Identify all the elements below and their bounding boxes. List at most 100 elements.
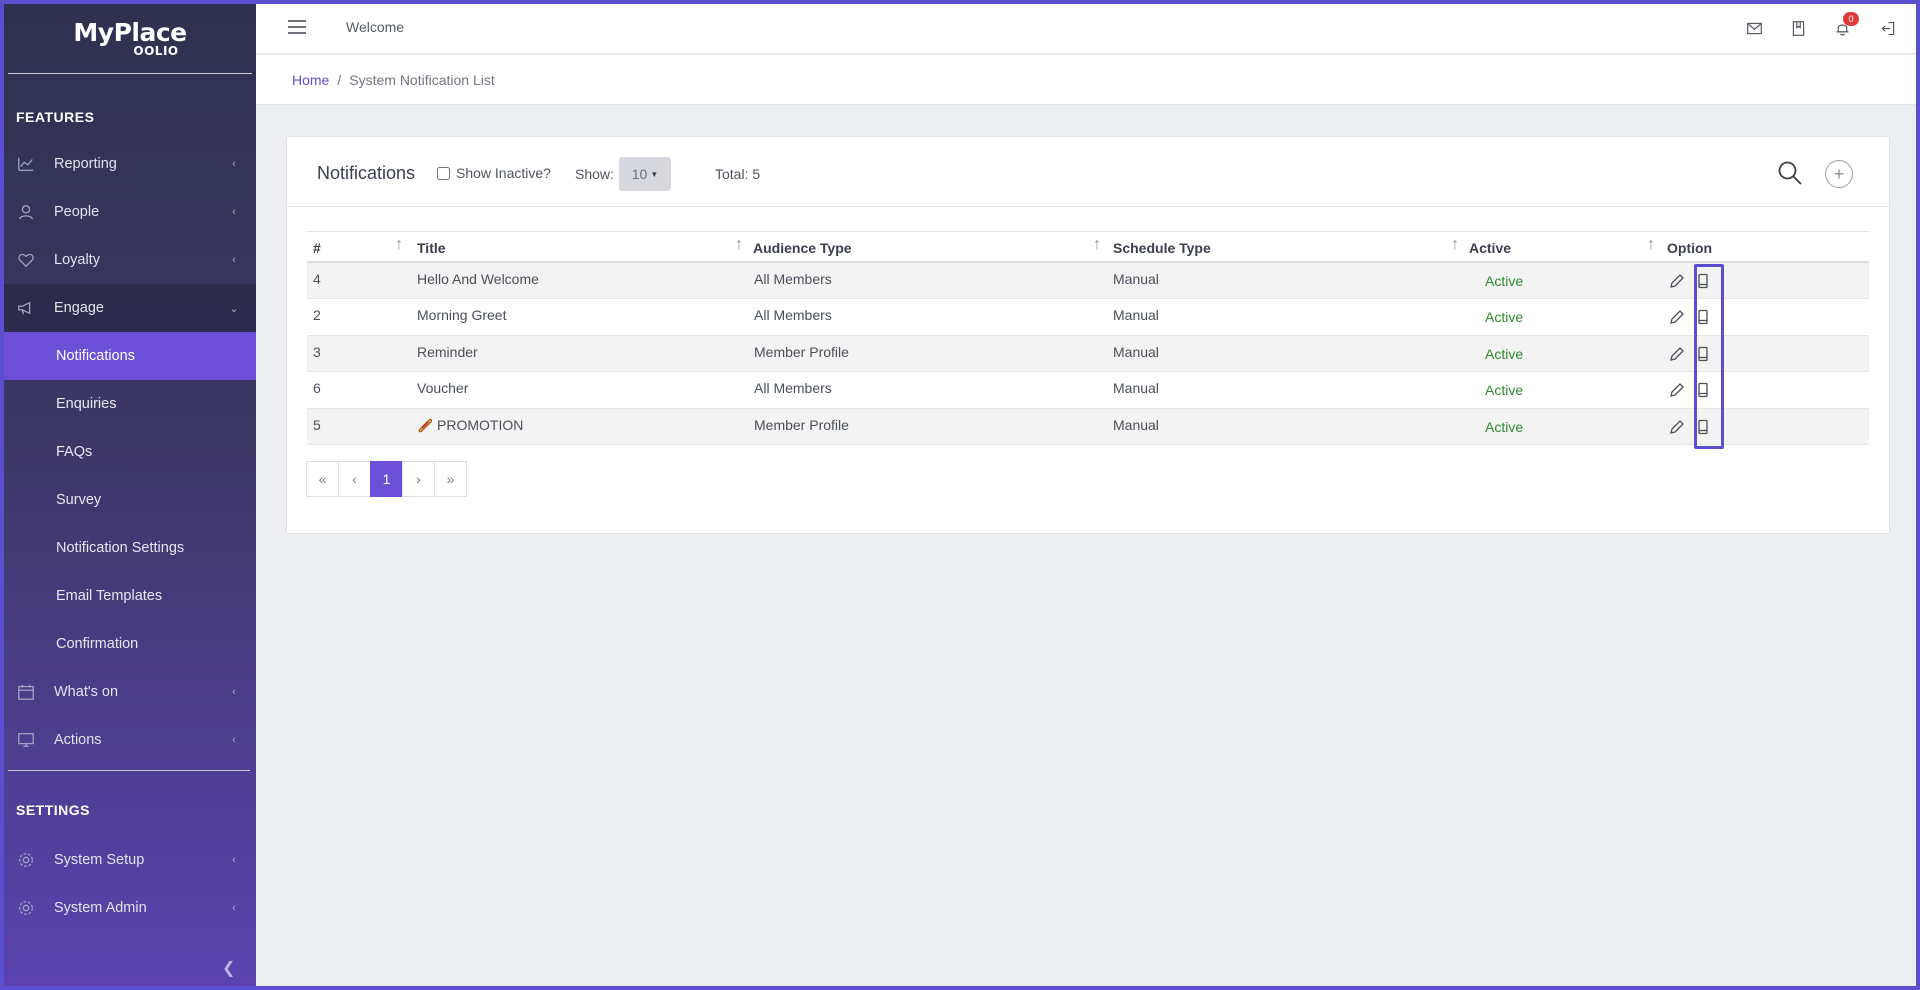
mobile-preview-icon[interactable] xyxy=(1695,273,1711,289)
cell-schedule: Manual xyxy=(1113,380,1159,397)
cell-title: Morning Greet xyxy=(417,307,507,324)
page-size-value: 10 xyxy=(631,166,648,182)
pagination-prev[interactable]: ‹ xyxy=(338,461,371,497)
show-inactive-checkbox[interactable] xyxy=(437,166,450,180)
column-header-audience-type[interactable]: Audience Type xyxy=(753,240,852,256)
sidebar-subitem-survey[interactable]: Survey xyxy=(4,476,256,524)
table-row: 6 Voucher All Members Manual Active xyxy=(307,372,1869,409)
page-size-select[interactable]: 10 ▼ xyxy=(619,157,671,191)
sidebar-item-people[interactable]: People ‹ xyxy=(4,188,256,236)
sidebar-subitem-notification-settings[interactable]: Notification Settings xyxy=(4,524,256,572)
megaphone-icon xyxy=(16,298,36,318)
sidebar-item-system-admin[interactable]: System Admin ‹ xyxy=(4,884,256,932)
search-icon[interactable] xyxy=(1777,160,1803,186)
sidebar-item-loyalty[interactable]: Loyalty ‹ xyxy=(4,236,256,284)
show-inactive-toggle[interactable]: Show Inactive? xyxy=(437,165,551,181)
edit-pencil-icon[interactable] xyxy=(1669,309,1685,325)
sidebar-subitem-confirmation[interactable]: Confirmation xyxy=(4,620,256,668)
sidebar-item-system-setup[interactable]: System Setup ‹ xyxy=(4,836,256,884)
sidebar-item-engage[interactable]: Engage ⌄ xyxy=(4,284,256,332)
column-header-id[interactable]: # xyxy=(313,240,321,256)
person-icon xyxy=(16,202,36,222)
table-row: 4 Hello And Welcome All Members Manual A… xyxy=(307,263,1869,300)
cell-id: 2 xyxy=(313,307,321,324)
brand-logo[interactable]: MyPlace OOLIO xyxy=(8,4,252,74)
settings-section-title: SETTINGS xyxy=(16,802,91,818)
sidebar-item-label: Engage xyxy=(54,300,104,316)
bell-icon[interactable]: 0 xyxy=(1832,12,1859,38)
table-header: # ↑ Title ↑ Audience Type ↑ Schedule Typ… xyxy=(307,231,1869,263)
add-notification-button[interactable]: + xyxy=(1825,160,1853,188)
chart-icon xyxy=(16,154,36,174)
edit-pencil-icon[interactable] xyxy=(1669,382,1685,398)
chevron-left-icon: ‹ xyxy=(232,686,236,698)
cell-active-status: Active xyxy=(1485,309,1524,326)
sidebar-item-label: System Setup xyxy=(54,852,145,868)
sidebar-subitem-email-templates[interactable]: Email Templates xyxy=(4,572,256,620)
sidebar-subitem-notifications[interactable]: Notifications xyxy=(4,332,256,380)
bookmark-icon[interactable] xyxy=(1788,18,1808,38)
cell-title: Hello And Welcome xyxy=(417,271,539,287)
edit-pencil-icon[interactable] xyxy=(1669,273,1685,289)
sidebar-item-reporting[interactable]: Reporting ‹ xyxy=(4,140,256,188)
sort-arrow-icon[interactable]: ↑ xyxy=(1093,236,1101,254)
sidebar-subitem-faqs[interactable]: FAQs xyxy=(4,428,256,476)
sidebar-subitem-enquiries[interactable]: Enquiries xyxy=(4,380,256,428)
sidebar-item-label: Reporting xyxy=(54,156,117,172)
chevron-left-icon: ‹ xyxy=(232,158,236,170)
cell-title-text: PROMOTION xyxy=(437,416,524,433)
sort-arrow-icon[interactable]: ↑ xyxy=(735,236,743,254)
plus-icon: + xyxy=(1833,164,1845,184)
pagination-first[interactable]: « xyxy=(306,461,339,497)
sort-arrow-icon[interactable]: ↑ xyxy=(1647,236,1655,254)
pagination-last[interactable]: » xyxy=(434,461,467,497)
mobile-preview-icon[interactable] xyxy=(1695,382,1711,398)
chevron-left-icon: ‹ xyxy=(232,902,236,914)
chevron-left-icon: ‹ xyxy=(232,254,236,266)
edit-pencil-icon[interactable] xyxy=(1669,346,1685,362)
welcome-text: Welcome xyxy=(346,19,405,35)
hotdog-icon xyxy=(418,418,433,432)
heart-icon xyxy=(16,250,36,270)
pagination-page-1[interactable]: 1 xyxy=(370,461,403,497)
sort-arrow-icon[interactable]: ↑ xyxy=(1451,236,1459,254)
cell-schedule: Manual xyxy=(1113,271,1159,287)
breadcrumb-separator: / xyxy=(337,72,342,88)
mobile-preview-icon[interactable] xyxy=(1695,346,1711,362)
mobile-preview-icon[interactable] xyxy=(1695,419,1711,435)
mobile-preview-icon[interactable] xyxy=(1695,309,1711,325)
table-row: 3 Reminder Member Profile Manual Active xyxy=(307,335,1869,373)
sort-arrow-icon[interactable]: ↑ xyxy=(395,236,403,254)
mail-icon[interactable] xyxy=(1744,18,1764,38)
cell-schedule: Manual xyxy=(1113,307,1159,324)
sidebar-item-label: People xyxy=(54,204,100,220)
pagination: « ‹ 1 › » xyxy=(306,461,467,497)
cell-schedule: Manual xyxy=(1113,416,1159,433)
edit-pencil-icon[interactable] xyxy=(1669,419,1685,435)
sidebar-item-actions[interactable]: Actions ‹ xyxy=(4,716,256,764)
brand-name: MyPlace xyxy=(73,17,187,47)
cell-audience: All Members xyxy=(754,380,832,397)
card-header: Notifications Show Inactive? Show: 10 ▼ … xyxy=(287,137,1889,207)
cell-audience: All Members xyxy=(754,271,832,287)
gear-icon xyxy=(16,850,36,870)
chevron-left-icon: ‹ xyxy=(232,734,236,746)
column-header-schedule-type[interactable]: Schedule Type xyxy=(1113,240,1211,256)
chevron-down-icon: ⌄ xyxy=(229,302,239,315)
cell-id: 3 xyxy=(313,343,321,360)
cell-id: 6 xyxy=(313,380,321,397)
breadcrumb-bar: Home / System Notification List xyxy=(256,55,1916,105)
logout-icon[interactable] xyxy=(1878,18,1898,38)
topbar: Welcome 0 xyxy=(256,4,1916,54)
breadcrumb-home-link[interactable]: Home xyxy=(292,72,329,88)
column-header-active[interactable]: Active xyxy=(1469,240,1511,256)
show-label: Show: xyxy=(575,166,614,182)
menu-toggle-icon[interactable] xyxy=(288,20,306,34)
breadcrumb: Home / System Notification List xyxy=(292,72,495,88)
collapse-sidebar-icon[interactable]: ❮ xyxy=(222,958,235,978)
gear-icon xyxy=(16,898,36,918)
sidebar-item-whats-on[interactable]: What's on ‹ xyxy=(4,668,256,716)
breadcrumb-current: System Notification List xyxy=(349,72,495,88)
pagination-next[interactable]: › xyxy=(402,461,435,497)
column-header-title[interactable]: Title xyxy=(417,240,446,256)
